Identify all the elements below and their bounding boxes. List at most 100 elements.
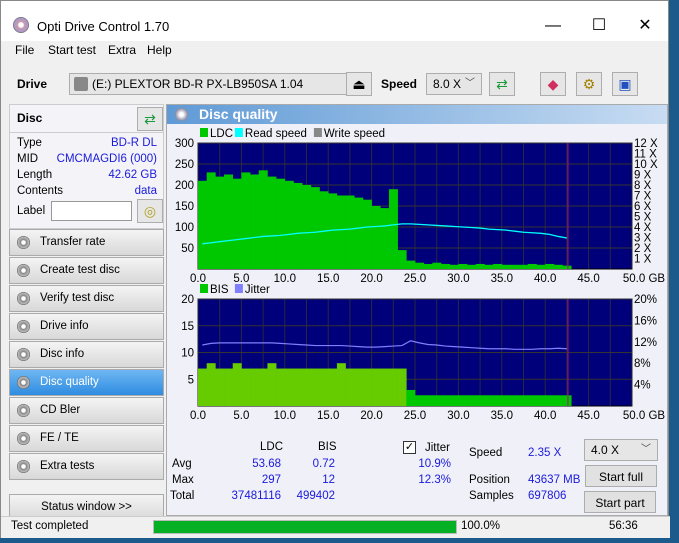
nav-disc-info[interactable]: Disc info: [9, 341, 164, 368]
x-tick-label: 50.0 GB: [623, 410, 666, 422]
y-tick-label: 250: [175, 159, 194, 171]
ldc-bar: [458, 263, 468, 269]
bis-bar: [293, 368, 303, 406]
gears-icon: ⚙: [582, 76, 596, 92]
ldc-bar: [258, 170, 268, 269]
speed-value: 8.0 X: [433, 77, 462, 91]
menu-bar: File Start test Extra Help: [1, 43, 668, 61]
bis-bar: [336, 363, 346, 406]
settings-button[interactable]: ⚙: [576, 72, 602, 96]
y2-tick-label: 16%: [634, 315, 657, 327]
disc-icon: [17, 432, 30, 445]
drive-icon: [74, 77, 88, 91]
nav-extra-tests[interactable]: Extra tests: [9, 453, 164, 480]
save-button[interactable]: ▣: [612, 72, 638, 96]
legend-swatch: [234, 284, 243, 293]
ldc-bar: [293, 182, 303, 269]
maximize-button[interactable]: ☐: [576, 11, 622, 41]
samples-label: Samples: [469, 490, 514, 502]
ldc-bar: [380, 208, 390, 269]
nav-label: Disc info: [40, 348, 85, 360]
nav-label: Disc quality: [40, 376, 99, 388]
ldc-bar: [527, 263, 537, 269]
y-tick-label: 15: [181, 321, 194, 333]
x-tick-label: 5.0: [233, 410, 249, 422]
eject-icon: ⏏: [352, 76, 366, 92]
menu-extra[interactable]: Extra: [108, 43, 136, 57]
bis-bar: [198, 368, 207, 406]
minimize-button[interactable]: —: [530, 11, 576, 41]
jitter-checkbox[interactable]: ✓: [403, 441, 416, 454]
ldc-bar: [224, 174, 234, 269]
menu-start-test[interactable]: Start test: [48, 43, 96, 57]
ldc-bar: [519, 264, 529, 269]
ldc-bar: [336, 195, 346, 269]
speed-select[interactable]: 8.0 X ﹀: [426, 73, 482, 95]
nav-drive-info[interactable]: Drive info: [9, 313, 164, 340]
legend-label: Read speed: [245, 128, 307, 140]
menu-file[interactable]: File: [15, 43, 34, 57]
disc-quality-charts: LDC Read speed Write speed BIS Jitter 300 250 2…: [175, 128, 666, 422]
x-tick-label: 40.0: [534, 273, 556, 285]
type-label: Type: [17, 137, 42, 149]
close-button[interactable]: ✕: [622, 11, 668, 41]
drive-select[interactable]: (E:) PLEXTOR BD-R PX-LB950SA 1.04﹀: [69, 73, 371, 95]
ldc-bar: [545, 263, 555, 269]
nav-label: Create test disc: [40, 264, 120, 276]
eraser-icon: ◆: [547, 76, 559, 92]
disc-icon: [17, 264, 30, 277]
disc-icon: [17, 348, 30, 361]
bis-bar: [232, 363, 242, 406]
bis-bar: [388, 368, 398, 406]
bis-bar: [380, 368, 390, 406]
y2-tick-label: 8%: [634, 358, 651, 370]
nav-transfer-rate[interactable]: Transfer rate: [9, 229, 164, 256]
bis-bar: [562, 395, 572, 406]
bis-bar: [206, 363, 216, 406]
avg-jitter: 10.9%: [418, 458, 451, 470]
bis-bar: [284, 368, 294, 406]
nav-create-test-disc[interactable]: Create test disc: [9, 257, 164, 284]
position-value: 43637 MB: [528, 474, 581, 486]
y2-tick-label: 12%: [634, 337, 657, 349]
bis-bar: [241, 368, 251, 406]
nav-verify-test-disc[interactable]: Verify test disc: [9, 285, 164, 312]
refresh-button[interactable]: ⇄: [489, 72, 515, 96]
nav-disc-quality[interactable]: Disc quality: [9, 369, 164, 396]
label-disc-button[interactable]: ◎: [137, 199, 163, 223]
nav-cd-bler[interactable]: CD Bler: [9, 397, 164, 424]
bis-bar: [362, 368, 372, 406]
progress-bar: [153, 520, 457, 534]
nav-fe-te[interactable]: FE / TE: [9, 425, 164, 452]
ldc-bar: [501, 264, 511, 269]
test-speed-select[interactable]: 4.0 X ﹀: [584, 439, 658, 461]
legend-label: LDC: [210, 128, 233, 140]
eject-button[interactable]: ⏏: [346, 72, 372, 96]
start-part-button[interactable]: Start part: [584, 491, 656, 513]
x-tick-label: 50.0 GB: [623, 273, 666, 285]
drive-label: Drive: [17, 77, 48, 91]
bis-bar: [432, 395, 442, 406]
ldc-bar: [241, 172, 251, 269]
bis-bar: [449, 395, 459, 406]
label-input[interactable]: [51, 201, 132, 221]
y-tick-label: 50: [181, 243, 194, 255]
ldc-bar: [432, 262, 442, 269]
x-tick-label: 20.0: [360, 273, 382, 285]
menu-help[interactable]: Help: [147, 43, 172, 57]
avg-ldc: 53.68: [252, 458, 281, 470]
bis-bar: [510, 395, 520, 406]
disc-refresh-button[interactable]: ⇄: [137, 107, 163, 131]
ldc-bar: [397, 250, 407, 269]
ldc-bar: [198, 180, 207, 269]
status-text: Test completed: [11, 520, 89, 532]
bis-header: BIS: [318, 441, 337, 453]
contents-value: data: [134, 185, 157, 197]
start-full-button[interactable]: Start full: [585, 465, 657, 487]
nav-label: Verify test disc: [40, 292, 115, 304]
bis-bar: [276, 368, 286, 406]
erase-button[interactable]: ◆: [540, 72, 566, 96]
bis-bar: [397, 368, 407, 406]
total-label: Total: [170, 490, 195, 502]
ldc-bar: [467, 264, 477, 269]
